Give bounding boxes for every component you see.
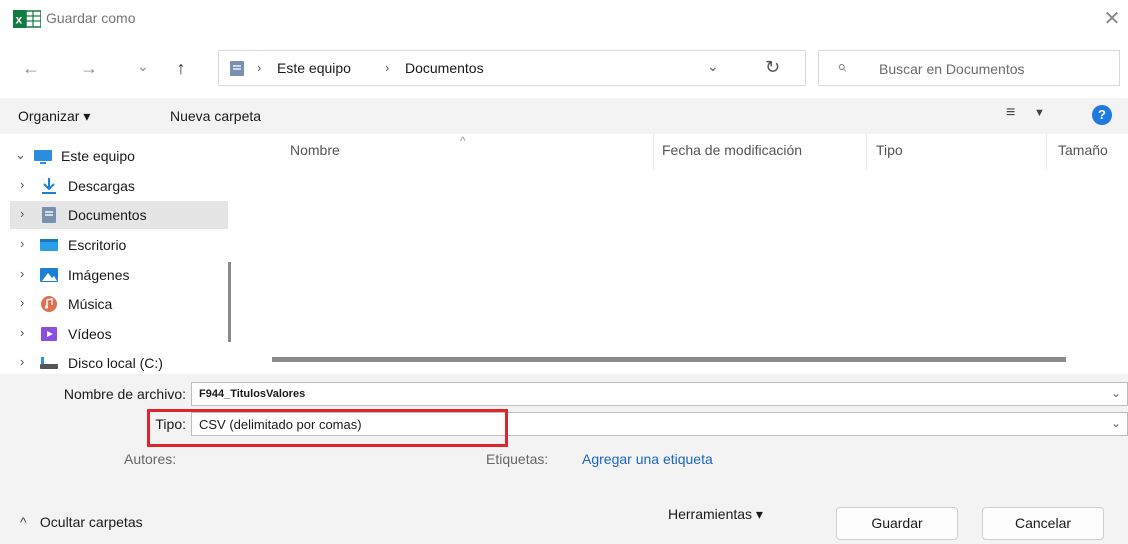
sidebar-item-disco-local[interactable]: › Disco local (C:) [10,349,228,374]
close-icon[interactable]: ✕ [1098,6,1126,32]
chevron-down-icon[interactable]: ⌄ [15,147,26,163]
sidebar-item-descargas[interactable]: › Descargas [10,172,228,200]
chevron-right-icon[interactable]: › [20,206,24,221]
filename-value[interactable]: F944_TitulosValores [199,388,305,400]
chevron-right-icon[interactable]: › [20,266,24,281]
pictures-icon [40,268,58,282]
sidebar-item-escritorio[interactable]: › Escritorio [10,231,228,259]
music-icon [41,296,57,312]
filename-label: Nombre de archivo: [63,386,186,402]
navigation-bar: ← → ⌄ ↑ › Este equipo › Documentos ⌄ ↻ ⌕… [0,44,1128,92]
column-header-name[interactable]: Nombre [290,142,340,158]
documents-icon [42,207,56,223]
help-icon[interactable]: ? [1092,105,1112,125]
refresh-icon[interactable]: ↻ [765,57,780,78]
sidebar-item-label: Disco local (C:) [68,355,163,371]
hide-folders-button[interactable]: ^ Ocultar carpetas [20,514,143,530]
breadcrumb-separator: › [257,60,262,75]
chevron-down-icon[interactable]: ⌄ [1111,386,1121,400]
documents-folder-icon [230,61,244,76]
excel-icon: x [13,10,41,28]
breadcrumb-este-equipo[interactable]: Este equipo [277,60,351,76]
chevron-right-icon[interactable]: › [20,236,24,251]
command-bar: Organizar ▾ Nueva carpeta ≡ ▼ ? [0,98,1128,134]
highlight-annotation [147,409,508,447]
dialog-footer: ^ Ocultar carpetas Herramientas ▾ Guarda… [0,486,1128,544]
column-header-size[interactable]: Tamaño [1058,142,1108,158]
tools-dropdown[interactable]: Herramientas ▾ [668,506,763,523]
new-folder-button[interactable]: Nueva carpeta [170,108,261,124]
up-arrow-icon[interactable]: ↑ [168,56,194,80]
hide-folders-label: Ocultar carpetas [39,514,143,530]
svg-text:x: x [16,13,23,27]
save-button[interactable]: Guardar [836,507,958,540]
drive-icon [40,357,58,369]
sidebar-scrollbar[interactable] [228,262,231,342]
window-title: Guardar como [46,10,136,26]
videos-icon [41,327,57,341]
forward-arrow-icon[interactable]: → [76,56,102,80]
authors-label: Autores: [124,451,177,467]
chevron-right-icon[interactable]: › [20,354,24,369]
download-icon [42,178,56,194]
sidebar-item-label: Este equipo [61,148,135,164]
column-header-date[interactable]: Fecha de modificación [662,142,802,158]
cancel-button[interactable]: Cancelar [982,507,1104,540]
view-options-icon[interactable]: ≡ [1006,104,1015,122]
sidebar-item-este-equipo[interactable]: ⌄ Este equipo [10,142,228,170]
column-header-type[interactable]: Tipo [876,142,903,158]
view-dropdown-icon[interactable]: ▼ [1034,107,1045,119]
sidebar-item-documentos[interactable]: › Documentos [10,201,228,229]
breadcrumb-separator: › [385,60,390,75]
add-tag-link[interactable]: Agregar una etiqueta [582,451,713,467]
sidebar-item-label: Imágenes [68,267,130,283]
sidebar-item-videos[interactable]: › Vídeos [10,320,228,348]
sort-ascending-icon: ^ [460,134,466,148]
chevron-up-icon: ^ [20,514,27,530]
sidebar-item-label: Escritorio [68,237,127,253]
desktop-icon [40,239,58,251]
chevron-right-icon[interactable]: › [20,325,24,340]
back-arrow-icon[interactable]: ← [18,56,44,80]
sidebar-item-imagenes[interactable]: › Imágenes [10,261,228,289]
search-placeholder[interactable]: Buscar en Documentos [879,61,1025,77]
search-icon: ⌕ [837,57,847,76]
sidebar-item-label: Vídeos [68,326,112,342]
tags-label: Etiquetas: [486,451,549,467]
chevron-right-icon[interactable]: › [20,295,24,310]
column-divider[interactable] [653,134,654,170]
title-bar: x Guardar como ✕ [0,0,1128,38]
chevron-down-icon[interactable]: ⌄ [1111,416,1121,430]
sidebar-item-musica[interactable]: › Música [10,290,228,318]
filename-field[interactable]: F944_TitulosValores ⌄ [191,382,1128,406]
breadcrumb-documentos[interactable]: Documentos [405,60,484,76]
sidebar-item-label: Descargas [68,178,135,194]
chevron-down-icon[interactable]: ⌄ [707,58,719,75]
column-divider[interactable] [866,134,867,170]
sidebar-item-label: Documentos [68,207,147,223]
organize-button[interactable]: Organizar ▾ [18,108,90,125]
search-box[interactable]: ⌕ Buscar en Documentos [818,50,1120,86]
chevron-right-icon[interactable]: › [20,177,24,192]
column-divider[interactable] [1046,134,1047,170]
file-list: ^ Nombre Fecha de modificación Tipo Tama… [238,134,1128,374]
horizontal-scrollbar[interactable] [272,357,1066,362]
monitor-icon [34,150,52,164]
sidebar-item-label: Música [68,296,113,312]
navigation-pane: ⌄ Este equipo › Descargas › Documentos › [0,134,236,374]
address-bar[interactable]: › Este equipo › Documentos ⌄ ↻ [218,50,806,86]
recent-locations-icon[interactable]: ⌄ [130,54,156,78]
